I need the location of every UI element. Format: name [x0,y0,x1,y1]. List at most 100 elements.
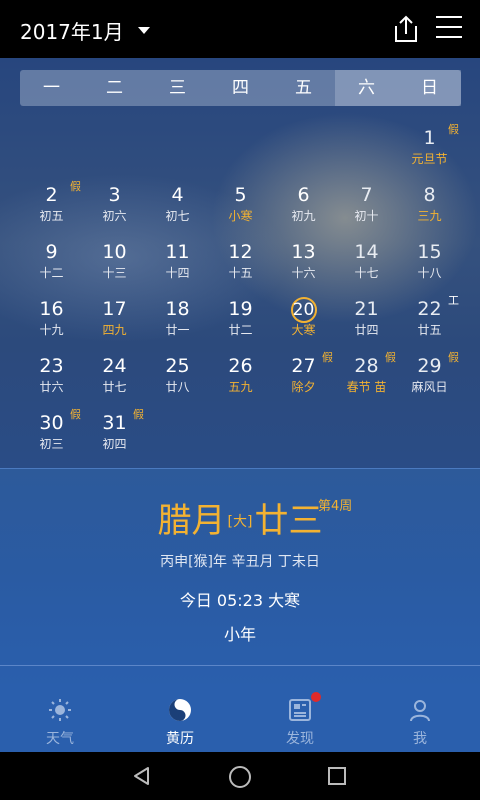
lunar-label: 初十 [354,209,379,223]
day-cell[interactable]: 30 初三假 [20,408,83,467]
lunar-day: 廿三 [254,501,323,541]
lunar-label: 十四 [165,266,190,280]
lunar-label: 五九 [228,380,253,394]
menu-button[interactable] [436,16,462,40]
day-number: 26 [228,355,253,377]
day-cell[interactable]: 20 大寒 [272,296,335,353]
day-cell[interactable]: 22 廿五工 [398,294,461,353]
day-cell[interactable]: 7 初十 [335,182,398,239]
day-cell[interactable]: 14 十七 [335,239,398,296]
day-cell[interactable]: 2 初五假 [20,180,83,239]
day-cell[interactable]: 5 小寒 [209,182,272,239]
lunar-label: 初三 [39,437,64,451]
nav-discover[interactable]: 发现 [240,688,360,752]
lunar-label: 初七 [165,209,190,223]
lunar-label: 十二 [39,266,64,280]
day-cell[interactable]: 19 廿二 [209,296,272,353]
lunar-label: 廿六 [39,380,64,394]
day-number: 7 [360,184,373,206]
month-size-tag: [大] [227,514,253,530]
lunar-label: 十五 [228,266,253,280]
day-number: 24 [102,355,127,377]
day-cell[interactable]: 6 初九 [272,182,335,239]
nav-weather[interactable]: 天气 [0,688,120,752]
back-icon[interactable] [132,766,152,786]
day-number: 3 [108,184,121,206]
day-number: 20 [272,296,335,323]
lunar-label: 廿二 [228,323,253,337]
day-cell[interactable]: 31 初四假 [83,408,146,467]
day-number: 9 [45,241,58,263]
day-cell[interactable]: 15 十八 [398,239,461,296]
day-cell[interactable]: 27 除夕假 [272,351,335,410]
day-number: 11 [165,241,190,263]
day-number: 16 [39,298,64,320]
day-cell[interactable]: 28 春节 苗假 [335,351,398,410]
week-number: 第4周 [318,499,353,514]
day-number: 25 [165,355,190,377]
nav-almanac[interactable]: 黄历 [120,688,240,752]
day-cell[interactable]: 17 四九 [83,296,146,353]
nav-me[interactable]: 我 [360,688,480,752]
day-detail-panel: 腊月 [大]廿三 第4周 丙申[猴]年 辛丑月 丁未日 今日 05:23 大寒 小… [0,468,480,688]
day-cell[interactable]: 18 廿一 [146,296,209,353]
lunar-label: 麻风日 [411,380,448,394]
day-number: 5 [234,184,247,206]
day-cell[interactable]: 26 五九 [209,353,272,410]
day-cell[interactable]: 3 初六 [83,182,146,239]
day-cell[interactable]: 10 十三 [83,239,146,296]
day-cell[interactable]: 25 廿八 [146,353,209,410]
day-cell[interactable]: 8 三九 [398,182,461,239]
person-icon [410,700,430,722]
ganzhi-text: 丙申[猴]年 辛丑月 丁未日 [160,554,320,570]
nav-discover-label: 发现 [286,731,314,747]
holiday-badge: 假 [70,408,81,421]
lunar-label: 廿五 [417,323,442,337]
sun-icon [49,699,71,721]
month-selector[interactable]: 2017年1月 [20,16,150,45]
day-cell[interactable]: 13 十六 [272,239,335,296]
day-cell[interactable]: 23 廿六 [20,353,83,410]
day-cell[interactable]: 11 十四 [146,239,209,296]
day-number: 13 [291,241,316,263]
weekday-thu: 四 [232,78,249,98]
lunar-label: 除夕 [291,380,316,394]
nav-weather-label: 天气 [46,731,74,747]
weekday-sat: 六 [335,70,398,106]
holiday-badge: 假 [133,408,144,421]
nav-almanac-label: 黄历 [166,731,194,747]
weekday-fri: 五 [295,78,312,98]
weekday-sun: 日 [398,70,461,106]
day-cell[interactable]: 9 十二 [20,239,83,296]
nav-me-label: 我 [413,731,427,747]
day-number: 18 [165,298,190,320]
holiday-badge: 假 [70,180,81,193]
day-cell[interactable]: 4 初七 [146,182,209,239]
today-ring: 20 [290,297,317,323]
day-number: 23 [39,355,64,377]
weekday-header: 一 二 三 四 五 六 日 [20,70,461,106]
day-number: 10 [102,241,127,263]
lunar-label: 初九 [291,209,316,223]
day-cell[interactable]: 12 十五 [209,239,272,296]
day-number: 6 [297,184,310,206]
weekday-tue: 二 [106,78,123,98]
day-cell[interactable]: 29 麻风日假 [398,351,461,410]
day-cell[interactable]: 16 十九 [20,296,83,353]
holiday-badge: 假 [385,351,396,364]
lunar-label: 初四 [102,437,127,451]
caret-down-icon [137,27,150,34]
lunar-label: 十三 [102,266,127,280]
lunar-month: 腊月 [157,501,226,541]
recent-apps-icon[interactable] [328,767,346,785]
top-bar: 2017年1月 [0,0,480,58]
lunar-label: 四九 [102,323,127,337]
divider [0,665,480,666]
share-button[interactable] [392,14,420,44]
day-cell[interactable]: 1 元旦节假 [398,123,461,182]
home-icon[interactable] [229,766,251,788]
day-cell[interactable]: 24 廿七 [83,353,146,410]
menu-icon-line [436,26,462,28]
day-number: 8 [423,184,436,206]
day-cell[interactable]: 21 廿四 [335,296,398,353]
